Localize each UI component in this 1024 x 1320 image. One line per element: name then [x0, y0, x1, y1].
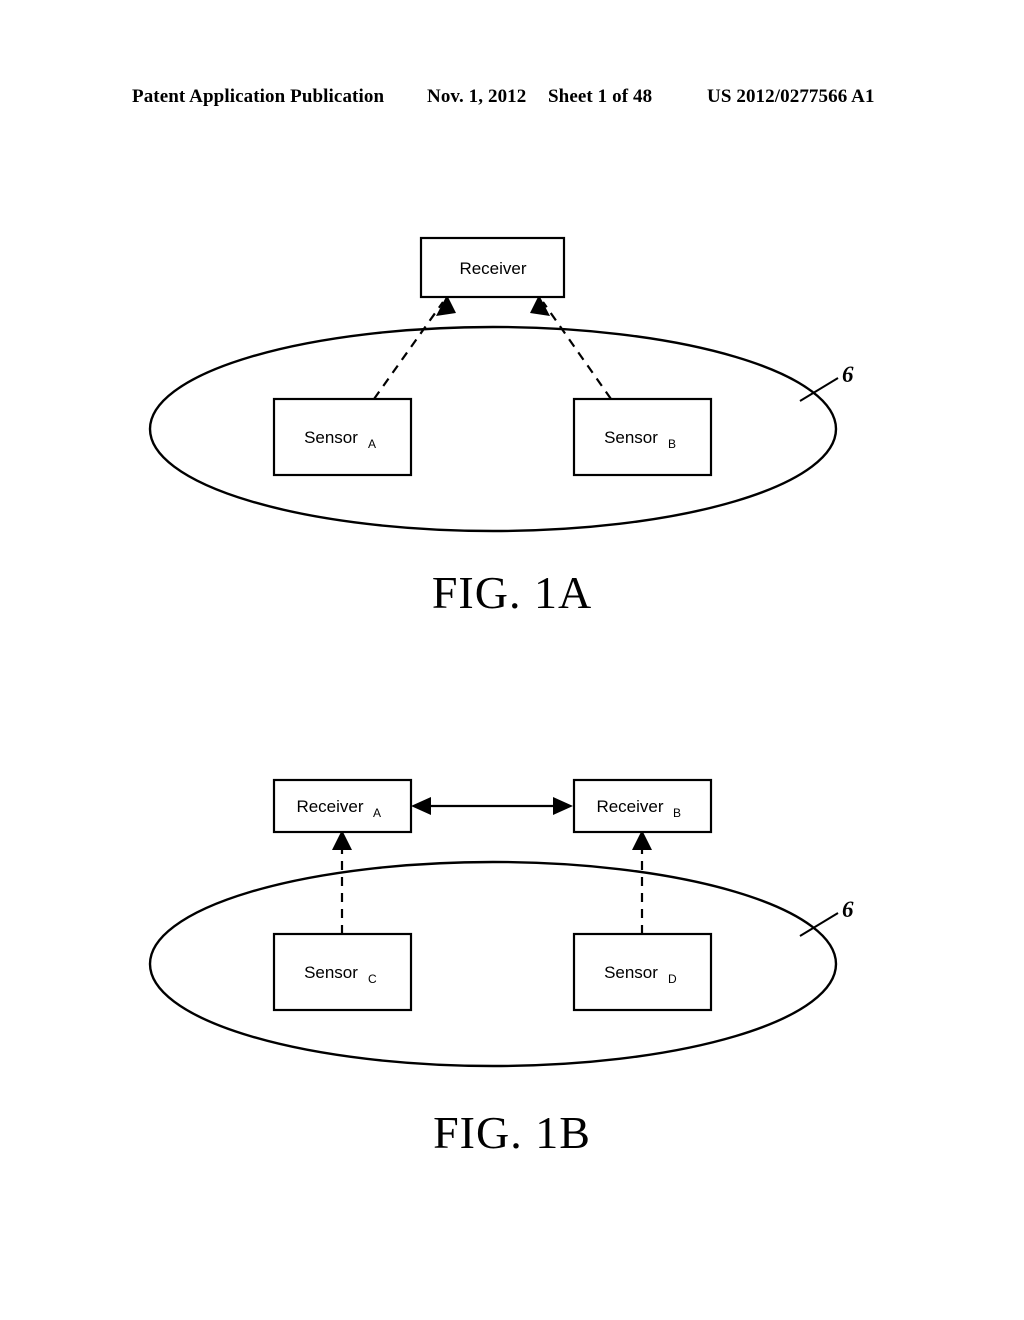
sensor-d-box-subscript: D [668, 972, 677, 986]
sensor-c-box-subscript: C [368, 972, 377, 986]
header-sheet-label: Sheet 1 of 48 [548, 86, 653, 107]
sensor-b-box-label: Sensor [604, 428, 658, 447]
receiver-a-box-subscript: A [373, 806, 381, 820]
sensor-d-box-label: Sensor [604, 963, 658, 982]
sensor-a-box-subscript: A [368, 437, 376, 451]
coverage-area-ellipse [148, 325, 838, 533]
header-patent-number: US 2012/0277566 A1 [707, 86, 875, 107]
patent-drawing-page: Patent Application Publication Nov. 1, 2… [0, 0, 1024, 1320]
receiver-box-label: Receiver [459, 259, 526, 278]
sensor-c-box-label: Sensor [304, 963, 358, 982]
header-date-label: Nov. 1, 2012 [427, 86, 527, 107]
signal-path-sensor-b-to-receiver [542, 301, 612, 400]
receiver-b-box-label: Receiver [596, 797, 663, 816]
arrowhead-sensor-a [436, 295, 456, 316]
arrowhead-sensor-b [530, 295, 550, 316]
figure-1a-diagram: 6 Receiver Sensor A Sensor B [148, 236, 854, 533]
sensor-b-box-subscript: B [668, 437, 676, 451]
header-publication-label: Patent Application Publication [132, 86, 385, 107]
page-header: Patent Application Publication Nov. 1, 2… [0, 86, 1024, 112]
figure-1a-caption: FIG. 1A [431, 567, 593, 618]
figure-1b-diagram: 6 Receiver A Receiver B Sensor C Sensor … [148, 778, 854, 1068]
receiver-b-box-subscript: B [673, 806, 681, 820]
reference-numeral-6: 6 [842, 362, 854, 387]
reference-numeral-6: 6 [842, 897, 854, 922]
arrowhead-interlink-right [553, 797, 573, 815]
coverage-area-ellipse [148, 860, 838, 1068]
signal-path-sensor-a-to-receiver [373, 301, 444, 400]
receiver-a-box-label: Receiver [296, 797, 363, 816]
sensor-a-box-label: Sensor [304, 428, 358, 447]
figure-1b-caption: FIG. 1B [433, 1107, 591, 1158]
arrowhead-interlink-left [411, 797, 431, 815]
